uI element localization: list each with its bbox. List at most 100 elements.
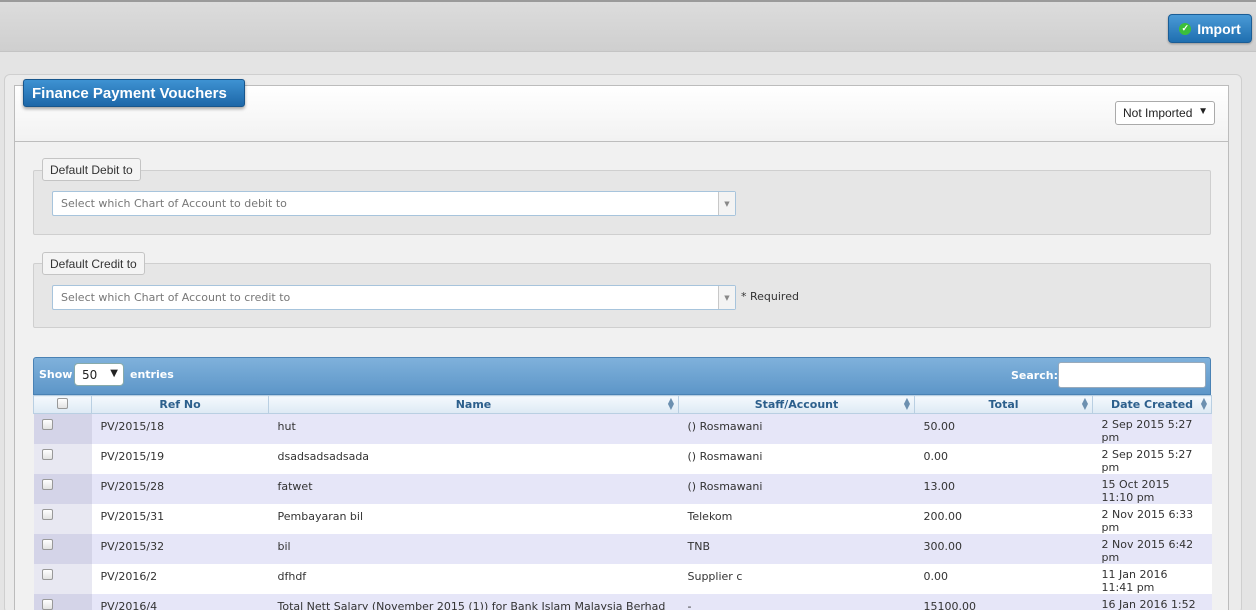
credit-account-select[interactable]: Select which Chart of Account to credit … [52,285,736,310]
check-circle-icon: ✓ [1179,22,1192,35]
column-label: Staff/Account [754,398,839,411]
table-row[interactable]: PV/2016/2 dfhdf Supplier c 0.00 11 Jan 2… [33,564,1212,594]
page-title: Finance Payment Vouchers [23,79,245,107]
column-label: Ref No [159,398,201,411]
table-row[interactable]: PV/2015/18 hut () Rosmawani 50.00 2 Sep … [33,413,1212,444]
cell-staff-account: TNB [678,534,915,564]
cell-ref-no: PV/2015/19 [91,444,269,474]
column-label: Total [988,398,1019,411]
table-header-row: Ref No Name ▲ ▼ Staff/Account ▲ ▼ Total ▲ ▼ Da… [33,395,1212,414]
row-checkbox[interactable] [41,569,53,580]
cell-date-created: 15 Oct 2015 11:10 pm [1092,474,1212,504]
table-row[interactable]: PV/2016/4 Total Nett Salary (November 20… [33,594,1212,610]
cell-name: Total Nett Salary (November 2015 (1)) fo… [268,594,679,610]
cell-name: dsadsadsadsada [268,444,679,474]
cell-ref-no: PV/2015/32 [91,534,269,564]
chevron-down-icon[interactable]: ▼ [718,286,735,309]
column-header-date-created[interactable]: Date Created ▲ ▼ [1092,395,1212,414]
cell-date-created: 11 Jan 2016 11:41 pm [1092,564,1212,594]
chevron-down-icon[interactable]: ▼ [718,192,735,215]
required-note: * Required [741,290,799,303]
cell-staff-account: () Rosmawani [678,444,915,474]
cell-ref-no: PV/2015/31 [91,504,269,534]
cell-ref-no: PV/2015/28 [91,474,269,504]
search-label: Search: [1011,369,1058,382]
credit-placeholder: Select which Chart of Account to credit … [61,291,291,304]
page-length-select[interactable]: 50 ▼ [74,363,124,386]
sort-icon: ▲ ▼ [1200,396,1207,411]
row-checkbox[interactable] [41,449,53,460]
import-button[interactable]: ✓ Import [1168,14,1252,43]
column-header-staff-account[interactable]: Staff/Account ▲ ▼ [678,395,915,414]
cell-name: Pembayaran bil [268,504,679,534]
import-button-label: Import [1197,20,1241,37]
sort-icon: ▲ ▼ [1081,396,1088,411]
row-select-cell [33,444,92,474]
row-select-cell [33,474,92,504]
cell-total: 15100.00 [914,594,1093,610]
show-label: Show [39,368,73,381]
cell-date-created: 2 Nov 2015 6:42 pm [1092,534,1212,564]
row-select-cell [33,564,92,594]
cell-date-created: 2 Sep 2015 5:27 pm [1092,413,1212,444]
cell-name: hut [268,413,679,444]
row-checkbox[interactable] [41,599,53,610]
cell-ref-no: PV/2015/18 [91,413,269,444]
row-checkbox[interactable] [41,539,53,550]
row-checkbox[interactable] [41,509,53,520]
row-select-cell [33,594,92,610]
cell-name: bil [268,534,679,564]
cell-staff-account: () Rosmawani [678,474,915,504]
row-select-cell [33,504,92,534]
row-checkbox[interactable] [41,479,53,490]
status-filter-select[interactable]: Not Imported ▼ [1115,101,1215,125]
column-label: Date Created [1110,398,1194,411]
cell-total: 300.00 [914,534,1093,564]
column-header-total[interactable]: Total ▲ ▼ [914,395,1093,414]
cell-total: 50.00 [914,413,1093,444]
cell-date-created: 16 Jan 2016 1:52 [1092,594,1212,610]
column-header-ref-no[interactable]: Ref No [91,395,269,414]
select-all-checkbox[interactable] [57,397,68,409]
dropdown-arrow-icon: ▼ [1198,106,1208,117]
page-title-text: Finance Payment Vouchers [32,84,227,102]
cell-name: dfhdf [268,564,679,594]
cell-staff-account: Supplier c [678,564,915,594]
cell-total: 0.00 [914,444,1093,474]
status-filter-value: Not Imported [1123,106,1193,120]
column-label: Name [455,398,492,411]
cell-total: 13.00 [914,474,1093,504]
entries-label: entries [130,368,174,381]
debit-account-select[interactable]: Select which Chart of Account to debit t… [52,191,736,216]
debit-legend: Default Debit to [42,158,141,181]
top-toolbar: ✓ Import [0,0,1256,52]
cell-staff-account: () Rosmawani [678,413,915,444]
sort-icon: ▲ ▼ [903,396,910,411]
sort-icon: ▲ ▼ [667,396,674,411]
dropdown-arrow-icon: ▼ [110,368,118,379]
row-checkbox[interactable] [41,419,53,430]
cell-name: fatwet [268,474,679,504]
cell-staff-account: Telekom [678,504,915,534]
cell-ref-no: PV/2016/2 [91,564,269,594]
table-row[interactable]: PV/2015/31 Pembayaran bil Telekom 200.00… [33,504,1212,534]
vouchers-table: Ref No Name ▲ ▼ Staff/Account ▲ ▼ Total ▲ ▼ Da… [33,395,1212,610]
column-header-name[interactable]: Name ▲ ▼ [268,395,679,414]
debit-placeholder: Select which Chart of Account to debit t… [61,197,287,210]
cell-date-created: 2 Sep 2015 5:27 pm [1092,444,1212,474]
search-input[interactable] [1058,362,1206,388]
table-row[interactable]: PV/2015/32 bil TNB 300.00 2 Nov 2015 6:4… [33,534,1212,564]
select-all-header [33,395,92,414]
page-length-value: 50 [82,367,98,382]
cell-ref-no: PV/2016/4 [91,594,269,610]
cell-total: 0.00 [914,564,1093,594]
table-row[interactable]: PV/2015/28 fatwet () Rosmawani 13.00 15 … [33,474,1212,504]
cell-total: 200.00 [914,504,1093,534]
cell-staff-account: - [678,594,915,610]
table-row[interactable]: PV/2015/19 dsadsadsadsada () Rosmawani 0… [33,444,1212,474]
row-select-cell [33,413,92,444]
cell-date-created: 2 Nov 2015 6:33 pm [1092,504,1212,534]
credit-legend: Default Credit to [42,252,145,275]
row-select-cell [33,534,92,564]
table-toolbar: Show 50 ▼ entries Search: [33,357,1211,395]
